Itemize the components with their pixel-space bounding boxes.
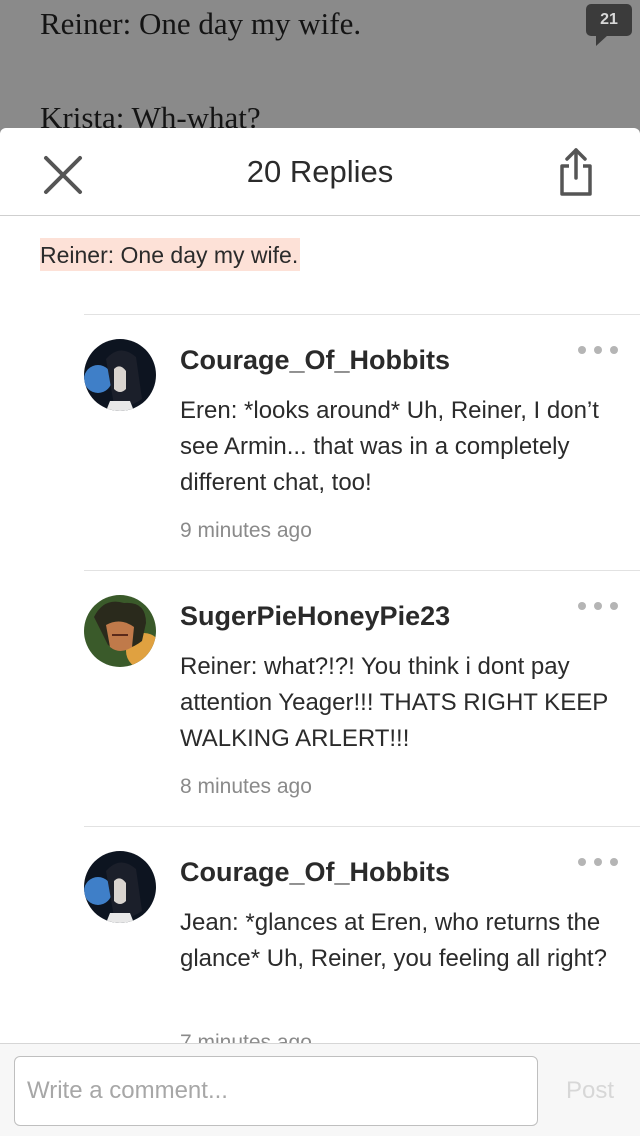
replies-sheet: 20 Replies Reiner: One day my wife. Cour… [0,128,640,1136]
dot-icon [578,346,586,354]
story-line: Reiner: One day my wife. [40,6,362,41]
avatar[interactable] [84,595,156,667]
comment-username[interactable]: Courage_Of_Hobbits [180,857,450,888]
close-icon [44,156,82,194]
post-button[interactable]: Post [566,1077,614,1105]
page: Reiner: One day my wife. Krista: Wh-what… [0,0,640,1136]
dot-icon [594,346,602,354]
more-options-button[interactable] [578,343,618,357]
avatar[interactable] [84,851,156,923]
dot-icon [578,858,586,866]
comment-text: Reiner: what?!?! You think i dont pay at… [180,653,608,752]
comment-item: Courage_Of_Hobbits Jean: *glances at Ere… [84,826,640,1044]
dot-icon [610,602,618,610]
comment-item: Courage_Of_Hobbits Eren: *looks around* … [84,314,640,570]
dot-icon [578,602,586,610]
comment-username[interactable]: Courage_Of_Hobbits [180,345,450,376]
highlighted-quote: Reiner: One day my wife. [40,238,301,271]
comment-list: Courage_Of_Hobbits Eren: *looks around* … [0,314,640,1044]
dot-icon [594,602,602,610]
more-options-button[interactable] [578,599,618,613]
sheet-header: 20 Replies [0,128,640,216]
comment-timestamp: 8 minutes ago [180,775,312,798]
dot-icon [594,858,602,866]
close-button[interactable] [40,152,86,198]
more-options-button[interactable] [578,855,618,869]
comment-text: Jean: *glances at Eren, who returns the … [180,909,607,972]
comment-composer: Post [0,1043,640,1136]
dot-icon [610,858,618,866]
quoted-passage: Reiner: One day my wife. [0,216,640,314]
comment-text: Eren: *looks around* Uh, Reiner, I don’t… [180,397,599,496]
comment-timestamp: 9 minutes ago [180,519,312,542]
share-icon [560,148,592,196]
story-background: Reiner: One day my wife. Krista: Wh-what… [0,0,640,140]
share-button[interactable] [556,146,596,198]
comment-username[interactable]: SugerPieHoneyPie23 [180,601,450,632]
page-title: 20 Replies [246,153,394,189]
comment-item: SugerPieHoneyPie23 Reiner: what?!?! You … [84,570,640,826]
comment-count-badge[interactable]: 21 [586,4,632,46]
comment-input[interactable] [14,1056,538,1126]
avatar[interactable] [84,339,156,411]
dot-icon [610,346,618,354]
